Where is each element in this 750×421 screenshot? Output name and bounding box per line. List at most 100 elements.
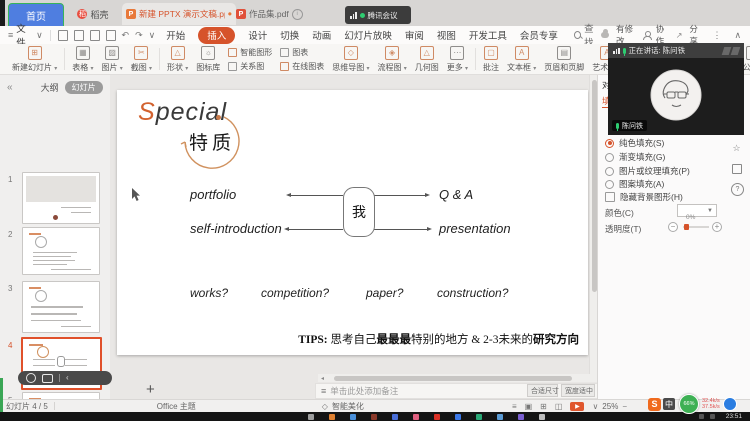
input-language-indicator[interactable]: 中	[663, 398, 675, 410]
assistant-bubble-icon[interactable]	[722, 397, 737, 411]
shapes-button[interactable]: △ 形状 ▾	[167, 45, 188, 73]
taskbar-icon[interactable]	[496, 413, 503, 420]
collapse-chevron-icon[interactable]: ‹	[66, 374, 69, 382]
flowchart-button[interactable]: ◈ 流程图 ▾	[378, 45, 407, 73]
picture-button[interactable]: ▨ 图片 ▾	[102, 45, 123, 73]
slideshow-play-button[interactable]: ▶	[570, 401, 585, 411]
menu-slideshow[interactable]: 幻灯片放映	[344, 28, 392, 42]
taskbar-icon[interactable]	[328, 413, 335, 420]
more-dots-icon[interactable]: ⋮	[712, 30, 721, 41]
preview-icon[interactable]	[105, 29, 116, 41]
more-chevron-icon[interactable]: ∨	[149, 30, 156, 41]
sogou-input-icon[interactable]: S	[648, 397, 661, 411]
taskbar-icon[interactable]	[538, 413, 545, 420]
tab-document-pdf[interactable]: P 作品集.pdf i	[232, 3, 344, 25]
scroll-left-arrow-icon[interactable]: ◂	[321, 375, 324, 382]
fill-option-solid[interactable]: 纯色填充(S)	[605, 137, 664, 149]
menu-member[interactable]: 会员专享	[520, 28, 558, 42]
menu-transition[interactable]: 切换	[280, 28, 299, 42]
taskbar-icon[interactable]	[349, 413, 356, 420]
taskbar-icon[interactable]	[433, 413, 440, 420]
print-icon[interactable]	[89, 29, 100, 41]
beautify-suggestion-size[interactable]: 合适尺寸	[527, 384, 559, 397]
normal-view-icon[interactable]: ▣	[525, 402, 533, 411]
fill-option-picture[interactable]: 图片或纹理填充(P)	[605, 165, 690, 177]
fill-option-pattern[interactable]: 图案填充(A)	[605, 178, 664, 190]
mindmap-button[interactable]: ◇ 思维导图 ▾	[332, 45, 370, 73]
menu-start[interactable]: 开始	[166, 28, 185, 42]
smart-beautify-button[interactable]: 智能美化	[332, 401, 364, 412]
play-options-chevron-icon[interactable]: ∨	[592, 402, 598, 411]
table-button[interactable]: ▦ 表格 ▾	[72, 45, 94, 73]
transparency-minus-button[interactable]: −	[668, 222, 678, 232]
notes-toggle-icon[interactable]: ≡	[512, 402, 517, 411]
theme-name[interactable]: Office 主题	[157, 401, 196, 412]
undo-icon[interactable]: ↶	[122, 30, 130, 41]
beautify-suggestion-width[interactable]: 宽度适中	[561, 384, 595, 397]
favorites-star-icon[interactable]: ☆	[731, 143, 742, 154]
menu-view[interactable]: 视图	[437, 28, 456, 42]
reading-view-icon[interactable]: ◫	[555, 402, 563, 411]
export-icon[interactable]	[73, 29, 84, 41]
help-icon[interactable]: ?	[731, 183, 744, 196]
keyboard-icon[interactable]	[42, 373, 53, 383]
taskbar-icon[interactable]	[517, 413, 524, 420]
tab-document-pptx[interactable]: P 新建 PPTX 演示文稿.pptx •	[122, 3, 236, 25]
collaborate-icon[interactable]	[642, 31, 652, 40]
vertical-scrollbar-thumb[interactable]	[591, 80, 597, 292]
current-slide[interactable]: Special 特质 portfolio Q & A self-introduc…	[117, 90, 588, 355]
taskbar-icon[interactable]	[370, 413, 377, 420]
taskbar-icon[interactable]	[412, 413, 419, 420]
slide-thumb-2[interactable]	[22, 227, 100, 275]
sorter-view-icon[interactable]: ⊞	[540, 402, 547, 411]
emoji-face-icon[interactable]	[26, 373, 36, 383]
zoom-level[interactable]: 25%	[602, 402, 618, 411]
textbox-button[interactable]: A 文本框 ▾	[507, 45, 536, 73]
redo-icon[interactable]: ↷	[135, 30, 143, 41]
share-icon[interactable]: ↗	[676, 31, 683, 40]
slide-thumb-1[interactable]	[22, 172, 100, 224]
color-dropdown[interactable]: ▼	[677, 204, 717, 217]
hamburger-icon[interactable]: ≡	[8, 30, 13, 40]
new-slide-button[interactable]: ⊞ 新建幻灯片 ▾	[12, 45, 57, 73]
horizontal-scrollbar-thumb[interactable]	[334, 375, 572, 381]
more-button[interactable]: ⋯ 更多 ▾	[447, 45, 468, 73]
menu-review[interactable]: 审阅	[405, 28, 424, 42]
geometry-button[interactable]: △ 几何图	[415, 45, 439, 73]
taskbar-icon[interactable]	[307, 413, 314, 420]
taskbar-icon[interactable]	[475, 413, 482, 420]
transparency-slider-thumb[interactable]	[684, 224, 689, 230]
comment-button[interactable]: ▢ 批注	[483, 45, 499, 73]
smartart-button[interactable]: 智能图形	[228, 47, 272, 58]
transparency-slider[interactable]	[683, 224, 709, 230]
taskbar-icon[interactable]	[391, 413, 398, 420]
tencent-meeting-minibar[interactable]: 腾讯会议	[345, 6, 411, 24]
collapse-panel-icon[interactable]: «	[7, 82, 13, 93]
menu-design[interactable]: 设计	[248, 28, 267, 42]
horizontal-scrollbar[interactable]: ◂	[318, 374, 598, 382]
online-chart-button[interactable]: 在线图表	[280, 61, 324, 72]
zoom-out-icon[interactable]: −	[622, 402, 627, 411]
cloud-sync-icon[interactable]	[600, 29, 609, 38]
screenshot-button[interactable]: ✂ 截图 ▾	[131, 45, 152, 73]
chart-button[interactable]: 图表	[280, 47, 324, 58]
layout-frame-icon[interactable]	[731, 163, 742, 174]
menu-insert-active[interactable]: 插入	[198, 26, 236, 44]
menu-devtools[interactable]: 开发工具	[469, 28, 507, 42]
collapse-ribbon-icon[interactable]: ∧	[734, 30, 741, 41]
relation-chart-button[interactable]: 关系图	[228, 61, 272, 72]
slides-tab-pill[interactable]: 幻灯片	[64, 80, 103, 94]
icon-library-button[interactable]: ☼ 图标库	[196, 45, 220, 73]
fill-option-gradient[interactable]: 渐变填充(G)	[605, 151, 665, 163]
hide-background-checkbox[interactable]: 隐藏背景图形(H)	[605, 191, 683, 203]
slide-thumb-3[interactable]	[22, 281, 100, 333]
tab-docer[interactable]: 稻 稻壳	[68, 3, 118, 25]
menu-animation[interactable]: 动画	[312, 28, 331, 42]
taskbar-icon[interactable]	[454, 413, 461, 420]
file-chevron-icon[interactable]: ∨	[36, 30, 43, 41]
add-slide-button[interactable]: +	[146, 381, 155, 398]
outline-tab[interactable]: 大纲	[41, 81, 59, 94]
transparency-plus-button[interactable]: +	[712, 222, 722, 232]
header-footer-button[interactable]: ▤ 页眉和页脚	[544, 45, 584, 73]
presenter-tools-pill[interactable]: ‹	[18, 371, 112, 385]
